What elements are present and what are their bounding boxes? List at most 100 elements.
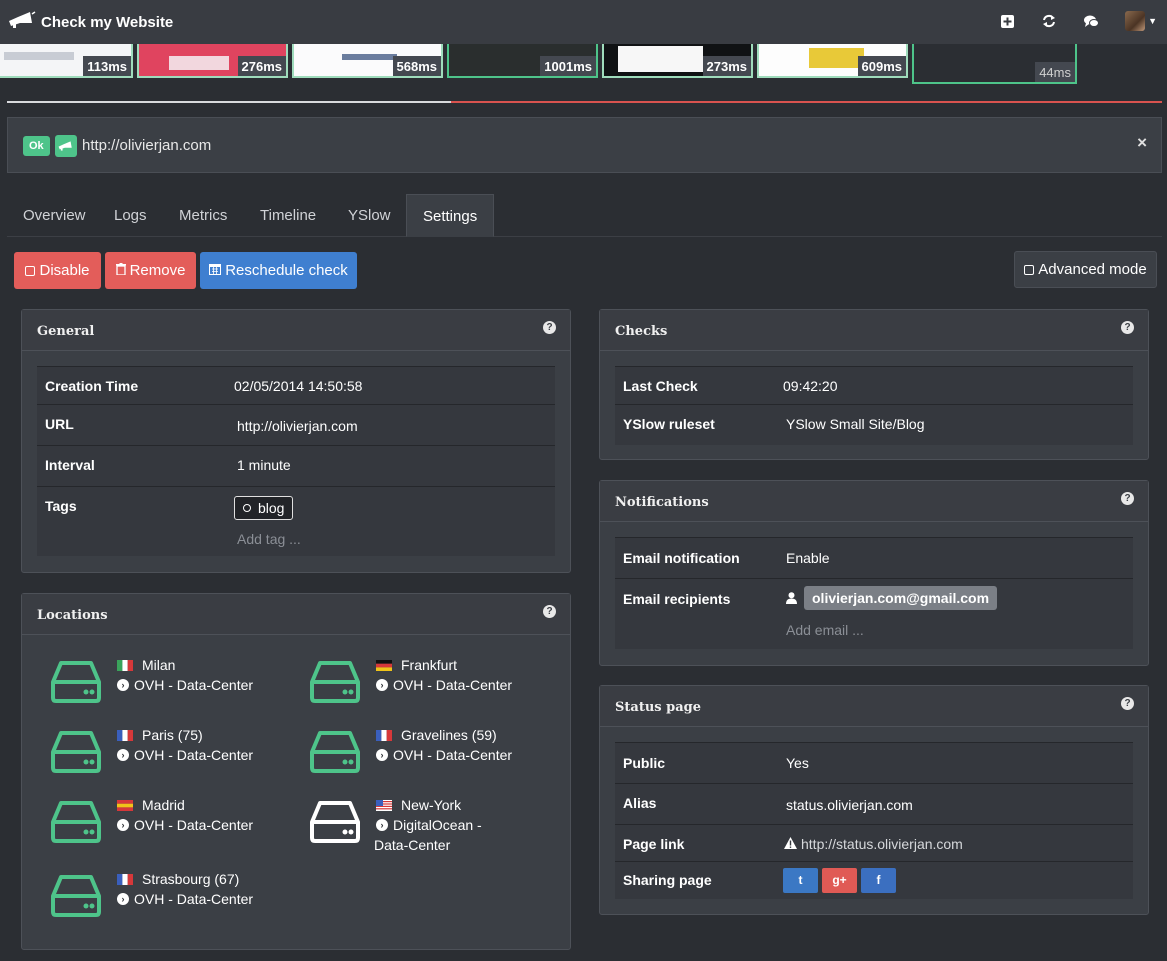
close-icon[interactable]: × <box>1137 133 1147 153</box>
calendar-icon <box>209 262 222 279</box>
tag-icon <box>243 504 251 512</box>
history-thumbnail[interactable]: 273ms <box>602 44 753 78</box>
email-notification-value[interactable]: Enable <box>786 550 830 566</box>
location-name: Frankfurt <box>401 657 458 673</box>
tag-chip[interactable]: blog <box>234 496 294 520</box>
reschedule-label: Reschedule check <box>225 262 348 279</box>
megaphone-logo-icon <box>8 11 36 33</box>
panel-title: Locations <box>37 608 108 623</box>
panel-title: General <box>37 324 95 339</box>
remove-button[interactable]: Remove <box>105 252 196 289</box>
advanced-mode-toggle[interactable]: Advanced mode <box>1014 251 1157 288</box>
email-notification-label: Email notification <box>623 550 740 566</box>
tab-overview[interactable]: Overview <box>7 194 102 237</box>
refresh-icon[interactable] <box>1041 13 1057 29</box>
last-check-value: 09:42:20 <box>783 378 838 394</box>
response-time: 568ms <box>392 56 441 76</box>
location-item[interactable]: Paris (75) › OVH - Data-Center <box>51 727 291 790</box>
location-provider-continued: Data-Center <box>374 837 451 853</box>
location-name: Paris (75) <box>142 727 203 743</box>
locations-panel: Locations ? Milan › OVH - Data-Center Frank… <box>21 593 571 950</box>
facebook-share-button[interactable]: f <box>861 868 896 893</box>
google-plus-share-button[interactable]: g+ <box>822 868 857 893</box>
tab-yslow[interactable]: YSlow <box>332 194 407 237</box>
public-value[interactable]: Yes <box>786 755 809 771</box>
url-value[interactable]: http://olivierjan.com <box>237 418 358 434</box>
check-url[interactable]: http://olivierjan.com <box>82 137 211 154</box>
creation-time-value: 02/05/2014 14:50:58 <box>234 378 363 394</box>
alias-value[interactable]: status.olivierjan.com <box>786 797 913 813</box>
location-item[interactable]: Gravelines (59) › OVH - Data-Center <box>310 727 550 790</box>
flag-icon <box>117 873 133 885</box>
help-icon[interactable]: ? <box>543 321 556 334</box>
yslow-ruleset-value[interactable]: YSlow Small Site/Blog <box>786 416 925 432</box>
page-link-label: Page link <box>623 836 685 852</box>
server-icon <box>310 661 360 703</box>
status-page-link[interactable]: http://status.olivierjan.com <box>801 836 963 852</box>
notifications-panel: Notifications ? Email notification Enabl… <box>599 480 1149 666</box>
location-item[interactable]: Frankfurt › OVH - Data-Center <box>310 657 550 720</box>
chevron-down-icon: ▼ <box>1148 16 1157 26</box>
check-header: Ok http://olivierjan.com × <box>7 117 1162 173</box>
email-recipient-chip[interactable]: olivierjan.com@gmail.com <box>804 586 998 610</box>
chevron-right-icon: › <box>376 749 388 761</box>
chevron-right-icon: › <box>117 749 129 761</box>
help-icon[interactable]: ? <box>1121 697 1134 710</box>
response-time: 609ms <box>857 56 906 76</box>
server-icon <box>51 731 101 773</box>
tab-logs[interactable]: Logs <box>98 194 163 237</box>
warning-icon <box>784 836 797 852</box>
add-icon[interactable] <box>999 13 1015 29</box>
server-icon <box>310 731 360 773</box>
history-thumbnail-current[interactable]: 44ms <box>912 44 1077 84</box>
chevron-right-icon: › <box>117 819 129 831</box>
panel-title: Status page <box>615 700 701 715</box>
location-item[interactable]: Strasbourg (67) › OVH - Data-Center <box>51 871 291 934</box>
server-icon <box>310 801 360 843</box>
disable-button[interactable]: Disable <box>14 252 101 289</box>
avatar <box>1125 11 1146 31</box>
history-thumbnail[interactable]: 609ms <box>757 44 908 78</box>
history-thumbnail[interactable]: 276ms <box>137 44 288 78</box>
location-provider: OVH - Data-Center <box>134 677 254 693</box>
trash-icon <box>115 262 126 279</box>
tags-label: Tags <box>45 498 77 514</box>
creation-time-label: Creation Time <box>45 378 139 394</box>
location-item[interactable]: New-York › DigitalOcean - Data-Center <box>310 797 550 860</box>
help-icon[interactable]: ? <box>1121 321 1134 334</box>
location-item[interactable]: Madrid › OVH - Data-Center <box>51 797 291 860</box>
reschedule-check-button[interactable]: Reschedule check <box>200 252 357 289</box>
location-item[interactable]: Milan › OVH - Data-Center <box>51 657 291 720</box>
response-time: 276ms <box>237 56 286 76</box>
tab-metrics[interactable]: Metrics <box>163 194 243 237</box>
history-thumbnail[interactable]: 113ms <box>0 44 133 78</box>
add-email-input[interactable]: Add email ... <box>786 622 864 638</box>
location-name: Madrid <box>142 797 185 813</box>
brand[interactable]: Check my Website <box>8 11 173 33</box>
checks-table: Last Check 09:42:20 YSlow ruleset YSlow … <box>615 366 1133 445</box>
twitter-share-button[interactable]: t <box>783 868 818 893</box>
comments-icon[interactable] <box>1083 13 1099 29</box>
location-provider: OVH - Data-Center <box>393 677 513 693</box>
tab-settings[interactable]: Settings <box>406 194 495 237</box>
response-time: 273ms <box>702 56 751 76</box>
checks-panel: Checks ? Last Check 09:42:20 YSlow rules… <box>599 309 1149 460</box>
checkbox-icon <box>25 265 36 276</box>
user-icon <box>786 591 797 607</box>
chevron-right-icon: › <box>376 679 388 691</box>
yslow-ruleset-label: YSlow ruleset <box>623 416 715 432</box>
help-icon[interactable]: ? <box>1121 492 1134 505</box>
refresh-progress-bar <box>7 101 1162 103</box>
flag-icon <box>117 799 133 811</box>
history-thumbnail[interactable]: 568ms <box>292 44 443 78</box>
tab-timeline[interactable]: Timeline <box>244 194 332 237</box>
tab-bar: Overview Logs Metrics Timeline YSlow Set… <box>7 194 1162 237</box>
help-icon[interactable]: ? <box>543 605 556 618</box>
chevron-right-icon: › <box>117 679 129 691</box>
interval-value[interactable]: 1 minute <box>237 457 291 473</box>
interval-label: Interval <box>45 457 95 473</box>
history-thumbnail[interactable]: 1001ms <box>447 44 598 78</box>
url-label: URL <box>45 416 74 432</box>
add-tag-input[interactable]: Add tag ... <box>237 531 301 547</box>
user-menu[interactable]: ▼ <box>1125 11 1157 31</box>
